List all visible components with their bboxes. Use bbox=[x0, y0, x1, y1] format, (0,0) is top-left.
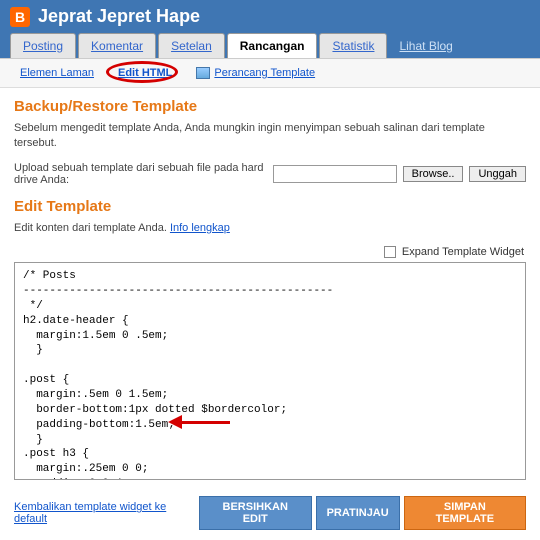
site-title: Jeprat Jepret Hape bbox=[38, 6, 200, 27]
subtab-edit-html-label: Edit HTML bbox=[118, 67, 172, 79]
main-tabs: Posting Komentar Setelan Rancangan Stati… bbox=[0, 33, 540, 59]
backup-heading: Backup/Restore Template bbox=[14, 98, 526, 115]
file-input[interactable] bbox=[273, 165, 397, 183]
sub-tabs: Elemen Laman Edit HTML Perancang Templat… bbox=[0, 59, 540, 88]
perancang-label: Perancang Template bbox=[214, 67, 315, 79]
edit-template-heading: Edit Template bbox=[14, 198, 526, 215]
upload-row: Upload sebuah template dari sebuah file … bbox=[14, 162, 526, 186]
annotation-arrow-icon bbox=[180, 421, 230, 424]
tab-rancangan[interactable]: Rancangan bbox=[227, 33, 318, 58]
expand-widget-row: Expand Template Widget bbox=[14, 246, 524, 258]
upload-label: Upload sebuah template dari sebuah file … bbox=[14, 162, 267, 186]
template-code-editor[interactable]: /* Posts -------------------------------… bbox=[14, 262, 526, 480]
expand-label: Expand Template Widget bbox=[402, 246, 524, 258]
expand-checkbox[interactable] bbox=[384, 246, 396, 258]
content-area: Backup/Restore Template Sebelum mengedit… bbox=[0, 88, 540, 488]
edit-desc: Edit konten dari template Anda. Info len… bbox=[14, 221, 526, 236]
clear-edit-button[interactable]: BERSIHKAN EDIT bbox=[199, 496, 312, 530]
subtab-elemen-laman[interactable]: Elemen Laman bbox=[20, 67, 94, 79]
app-header: B Jeprat Jepret Hape bbox=[0, 0, 540, 33]
upload-button[interactable]: Unggah bbox=[469, 166, 526, 182]
view-blog-link[interactable]: Lihat Blog bbox=[389, 34, 462, 58]
code-content: /* Posts -------------------------------… bbox=[23, 270, 333, 480]
subtab-perancang-template[interactable]: Perancang Template bbox=[196, 67, 315, 79]
tab-posting[interactable]: Posting bbox=[10, 33, 76, 58]
footer-bar: Kembalikan template widget ke default BE… bbox=[0, 488, 540, 538]
tab-komentar[interactable]: Komentar bbox=[78, 33, 156, 58]
save-template-button[interactable]: SIMPAN TEMPLATE bbox=[404, 496, 526, 530]
edit-desc-text: Edit konten dari template Anda. bbox=[14, 222, 170, 234]
info-lengkap-link[interactable]: Info lengkap bbox=[170, 222, 230, 234]
template-designer-icon bbox=[196, 67, 210, 79]
backup-desc: Sebelum mengedit template Anda, Anda mun… bbox=[14, 121, 526, 152]
reset-widget-link[interactable]: Kembalikan template widget ke default bbox=[14, 501, 199, 525]
subtab-edit-html[interactable]: Edit HTML bbox=[112, 65, 178, 81]
preview-button[interactable]: PRATINJAU bbox=[316, 496, 400, 530]
browse-button[interactable]: Browse.. bbox=[403, 166, 464, 182]
tab-statistik[interactable]: Statistik bbox=[319, 33, 387, 58]
blogger-logo-icon: B bbox=[10, 7, 30, 27]
tab-setelan[interactable]: Setelan bbox=[158, 33, 225, 58]
footer-buttons: BERSIHKAN EDIT PRATINJAU SIMPAN TEMPLATE bbox=[199, 496, 526, 530]
